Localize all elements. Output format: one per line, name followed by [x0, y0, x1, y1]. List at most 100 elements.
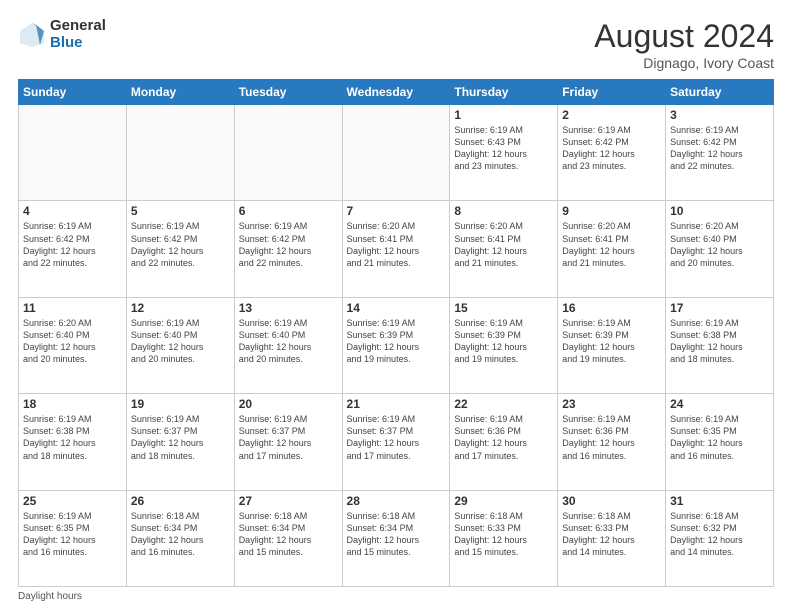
- day-number: 23: [562, 397, 661, 411]
- day-number: 4: [23, 204, 122, 218]
- header: General Blue August 2024 Dignago, Ivory …: [18, 18, 774, 71]
- day-info: Sunrise: 6:19 AM Sunset: 6:42 PM Dayligh…: [670, 124, 769, 173]
- daylight-label: Daylight hours: [18, 591, 82, 602]
- day-info: Sunrise: 6:18 AM Sunset: 6:34 PM Dayligh…: [239, 510, 338, 559]
- calendar-cell: 21 Sunrise: 6:19 AM Sunset: 6:37 PM Dayli…: [342, 394, 450, 490]
- day-info: Sunrise: 6:19 AM Sunset: 6:35 PM Dayligh…: [670, 413, 769, 462]
- day-number: 17: [670, 301, 769, 315]
- calendar-table: SundayMondayTuesdayWednesdayThursdayFrid…: [18, 79, 774, 587]
- day-info: Sunrise: 6:19 AM Sunset: 6:37 PM Dayligh…: [347, 413, 446, 462]
- day-number: 20: [239, 397, 338, 411]
- day-number: 24: [670, 397, 769, 411]
- day-number: 26: [131, 494, 230, 508]
- day-info: Sunrise: 6:19 AM Sunset: 6:38 PM Dayligh…: [23, 413, 122, 462]
- day-number: 18: [23, 397, 122, 411]
- day-number: 22: [454, 397, 553, 411]
- day-number: 21: [347, 397, 446, 411]
- day-info: Sunrise: 6:19 AM Sunset: 6:40 PM Dayligh…: [131, 317, 230, 366]
- calendar-cell: 15Sunrise: 6:19 AM Sunset: 6:39 PM Dayli…: [450, 297, 558, 393]
- day-info: Sunrise: 6:19 AM Sunset: 6:39 PM Dayligh…: [347, 317, 446, 366]
- logo: General Blue: [18, 18, 106, 51]
- calendar-cell: [126, 105, 234, 201]
- page: General Blue August 2024 Dignago, Ivory …: [0, 0, 792, 612]
- day-number: 7: [347, 204, 446, 218]
- calendar-cell: 8Sunrise: 6:20 AM Sunset: 6:41 PM Daylig…: [450, 201, 558, 297]
- day-number: 14: [347, 301, 446, 315]
- calendar-cell: 24 Sunrise: 6:19 AM Sunset: 6:35 PM Dayli…: [666, 394, 774, 490]
- day-info: Sunrise: 6:19 AM Sunset: 6:42 PM Dayligh…: [562, 124, 661, 173]
- month-year: August 2024: [594, 18, 774, 55]
- calendar-cell: 20 Sunrise: 6:19 AM Sunset: 6:37 PM Dayli…: [234, 394, 342, 490]
- calendar-cell: 9 Sunrise: 6:20 AM Sunset: 6:41 PM Daylig…: [558, 201, 666, 297]
- day-number: 2: [562, 108, 661, 122]
- day-info: Sunrise: 6:20 AM Sunset: 6:40 PM Dayligh…: [23, 317, 122, 366]
- day-number: 29: [454, 494, 553, 508]
- day-number: 5: [131, 204, 230, 218]
- weekday-header-row: SundayMondayTuesdayWednesdayThursdayFrid…: [19, 80, 774, 105]
- calendar-week-row: 11Sunrise: 6:20 AM Sunset: 6:40 PM Dayli…: [19, 297, 774, 393]
- weekday-header-tuesday: Tuesday: [234, 80, 342, 105]
- day-number: 3: [670, 108, 769, 122]
- calendar-cell: 7 Sunrise: 6:20 AM Sunset: 6:41 PM Daylig…: [342, 201, 450, 297]
- calendar-cell: 28 Sunrise: 6:18 AM Sunset: 6:34 PM Dayli…: [342, 490, 450, 586]
- day-info: Sunrise: 6:19 AM Sunset: 6:42 PM Dayligh…: [23, 220, 122, 269]
- day-info: Sunrise: 6:18 AM Sunset: 6:32 PM Dayligh…: [670, 510, 769, 559]
- calendar-cell: 27 Sunrise: 6:18 AM Sunset: 6:34 PM Dayli…: [234, 490, 342, 586]
- calendar-cell: 5Sunrise: 6:19 AM Sunset: 6:42 PM Daylig…: [126, 201, 234, 297]
- weekday-header-monday: Monday: [126, 80, 234, 105]
- calendar-cell: 22 Sunrise: 6:19 AM Sunset: 6:36 PM Dayli…: [450, 394, 558, 490]
- day-number: 13: [239, 301, 338, 315]
- calendar-cell: 19 Sunrise: 6:19 AM Sunset: 6:37 PM Dayli…: [126, 394, 234, 490]
- day-number: 28: [347, 494, 446, 508]
- day-info: Sunrise: 6:18 AM Sunset: 6:33 PM Dayligh…: [562, 510, 661, 559]
- day-number: 25: [23, 494, 122, 508]
- calendar-cell: [19, 105, 127, 201]
- calendar-week-row: 4 Sunrise: 6:19 AM Sunset: 6:42 PM Daylig…: [19, 201, 774, 297]
- calendar-cell: 6 Sunrise: 6:19 AM Sunset: 6:42 PM Daylig…: [234, 201, 342, 297]
- day-number: 19: [131, 397, 230, 411]
- calendar-cell: 25 Sunrise: 6:19 AM Sunset: 6:35 PM Dayli…: [19, 490, 127, 586]
- calendar-cell: 10 Sunrise: 6:20 AM Sunset: 6:40 PM Dayli…: [666, 201, 774, 297]
- generalblue-icon: [18, 21, 46, 49]
- day-number: 1: [454, 108, 553, 122]
- day-info: Sunrise: 6:19 AM Sunset: 6:37 PM Dayligh…: [131, 413, 230, 462]
- day-info: Sunrise: 6:19 AM Sunset: 6:37 PM Dayligh…: [239, 413, 338, 462]
- day-info: Sunrise: 6:20 AM Sunset: 6:41 PM Dayligh…: [562, 220, 661, 269]
- weekday-header-saturday: Saturday: [666, 80, 774, 105]
- logo-general: General: [50, 18, 106, 35]
- day-info: Sunrise: 6:18 AM Sunset: 6:33 PM Dayligh…: [454, 510, 553, 559]
- calendar-cell: 29 Sunrise: 6:18 AM Sunset: 6:33 PM Dayli…: [450, 490, 558, 586]
- day-info: Sunrise: 6:19 AM Sunset: 6:42 PM Dayligh…: [239, 220, 338, 269]
- calendar-cell: 2 Sunrise: 6:19 AM Sunset: 6:42 PM Daylig…: [558, 105, 666, 201]
- calendar-cell: 11Sunrise: 6:20 AM Sunset: 6:40 PM Dayli…: [19, 297, 127, 393]
- title-block: August 2024 Dignago, Ivory Coast: [594, 18, 774, 71]
- day-number: 27: [239, 494, 338, 508]
- calendar-week-row: 18 Sunrise: 6:19 AM Sunset: 6:38 PM Dayli…: [19, 394, 774, 490]
- location: Dignago, Ivory Coast: [594, 55, 774, 71]
- calendar-cell: 12Sunrise: 6:19 AM Sunset: 6:40 PM Dayli…: [126, 297, 234, 393]
- calendar-cell: 3 Sunrise: 6:19 AM Sunset: 6:42 PM Daylig…: [666, 105, 774, 201]
- day-info: Sunrise: 6:19 AM Sunset: 6:40 PM Dayligh…: [239, 317, 338, 366]
- day-info: Sunrise: 6:20 AM Sunset: 6:41 PM Dayligh…: [347, 220, 446, 269]
- day-number: 9: [562, 204, 661, 218]
- day-number: 31: [670, 494, 769, 508]
- calendar-week-row: 1Sunrise: 6:19 AM Sunset: 6:43 PM Daylig…: [19, 105, 774, 201]
- weekday-header-friday: Friday: [558, 80, 666, 105]
- day-info: Sunrise: 6:18 AM Sunset: 6:34 PM Dayligh…: [131, 510, 230, 559]
- day-info: Sunrise: 6:18 AM Sunset: 6:34 PM Dayligh…: [347, 510, 446, 559]
- weekday-header-thursday: Thursday: [450, 80, 558, 105]
- logo-blue: Blue: [50, 35, 106, 52]
- calendar-cell: 23Sunrise: 6:19 AM Sunset: 6:36 PM Dayli…: [558, 394, 666, 490]
- day-number: 10: [670, 204, 769, 218]
- day-info: Sunrise: 6:19 AM Sunset: 6:39 PM Dayligh…: [562, 317, 661, 366]
- calendar-cell: 1Sunrise: 6:19 AM Sunset: 6:43 PM Daylig…: [450, 105, 558, 201]
- calendar-cell: 4 Sunrise: 6:19 AM Sunset: 6:42 PM Daylig…: [19, 201, 127, 297]
- day-info: Sunrise: 6:19 AM Sunset: 6:35 PM Dayligh…: [23, 510, 122, 559]
- calendar-cell: 13 Sunrise: 6:19 AM Sunset: 6:40 PM Dayli…: [234, 297, 342, 393]
- day-number: 8: [454, 204, 553, 218]
- weekday-header-wednesday: Wednesday: [342, 80, 450, 105]
- day-info: Sunrise: 6:20 AM Sunset: 6:40 PM Dayligh…: [670, 220, 769, 269]
- day-info: Sunrise: 6:19 AM Sunset: 6:36 PM Dayligh…: [454, 413, 553, 462]
- day-number: 6: [239, 204, 338, 218]
- calendar-cell: 16Sunrise: 6:19 AM Sunset: 6:39 PM Dayli…: [558, 297, 666, 393]
